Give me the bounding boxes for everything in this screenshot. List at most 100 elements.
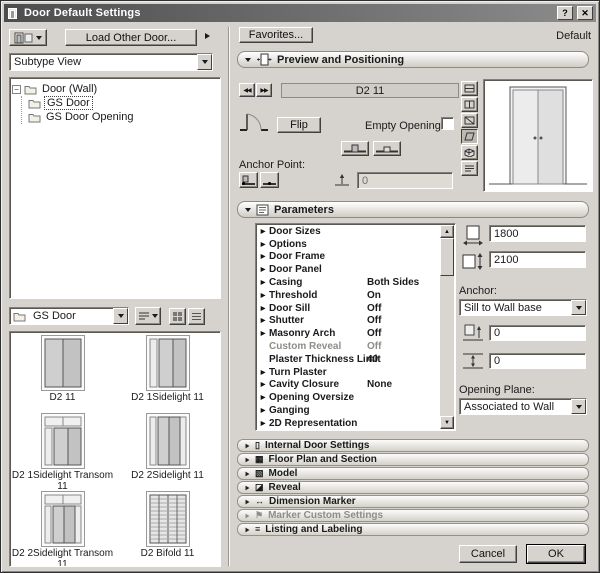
parameter-row[interactable]: ▶CasingBoth Sides	[257, 276, 440, 289]
parameter-label: Threshold	[269, 290, 317, 301]
preview-axo-button[interactable]	[461, 129, 478, 144]
expand-triangle-icon[interactable]: ▶	[257, 369, 269, 376]
expand-triangle-icon	[246, 513, 250, 518]
section-reveal[interactable]: ◪Reveal	[237, 481, 589, 494]
parameter-row[interactable]: ▶Ganging	[257, 404, 440, 417]
expand-triangle-icon[interactable]: ▶	[257, 228, 269, 235]
preview-section-header[interactable]: Preview and Positioning	[237, 51, 589, 68]
preview-notes-button[interactable]	[461, 161, 478, 176]
scroll-down-button[interactable]: ▼	[440, 416, 454, 429]
preview-front-button[interactable]	[461, 97, 478, 112]
view-list-button[interactable]	[188, 308, 205, 325]
door-width-field[interactable]: 1800	[489, 225, 586, 242]
parameter-row[interactable]: ▶Door Sizes	[257, 225, 440, 238]
anchor-center-button[interactable]	[260, 172, 279, 188]
view-thumbnails-button[interactable]	[169, 308, 186, 325]
parameters-section-header[interactable]: Parameters	[237, 201, 589, 218]
door-thumbnail[interactable]: D2 2Sidelight Transom 11	[10, 488, 115, 566]
section-floor-plan-and-section[interactable]: ▦Floor Plan and Section	[237, 453, 589, 466]
flip-button[interactable]: Flip	[277, 117, 321, 133]
parameter-row[interactable]: ▶Door Frame	[257, 251, 440, 264]
expand-triangle-icon[interactable]: ▶	[257, 381, 269, 388]
sill-position-right-icon[interactable]	[373, 141, 401, 156]
preview-side-button[interactable]	[461, 113, 478, 128]
door-thumbnail-list[interactable]: D2 11D2 1Sidelight 11D2 1Sidelight Trans…	[9, 331, 221, 567]
library-dropdown-button[interactable]	[113, 308, 128, 324]
load-other-door-button[interactable]: Load Other Door...	[65, 29, 197, 46]
parameter-value: 40	[367, 354, 378, 365]
help-button[interactable]: ?	[557, 6, 573, 20]
door-thumbnail[interactable]: D2 1Sidelight 11	[115, 332, 220, 410]
tree-collapse-icon[interactable]: −	[12, 85, 21, 94]
section-marker-custom-settings[interactable]: ⚑Marker Custom Settings	[237, 509, 589, 522]
expand-triangle-icon[interactable]: ▶	[257, 253, 269, 260]
expand-triangle-icon	[246, 485, 250, 490]
expand-triangle-icon[interactable]: ▶	[257, 407, 269, 414]
tree-item-gs-door[interactable]: GS Door	[28, 96, 218, 110]
next-door-button[interactable]: ▶▶	[256, 83, 272, 97]
ok-button[interactable]: OK	[527, 545, 585, 563]
parameter-row[interactable]: Custom RevealOff	[257, 340, 440, 353]
subtype-view-select[interactable]: Subtype View	[9, 53, 213, 71]
preview-plan-button[interactable]	[461, 81, 478, 96]
door-height-field[interactable]: 2100	[489, 251, 586, 268]
parameter-row[interactable]: ▶Door SillOff	[257, 302, 440, 315]
preview-3d-button[interactable]	[461, 145, 478, 160]
parameters-list[interactable]: ▶Door Sizes▶Options▶Door Frame▶Door Pane…	[255, 223, 456, 431]
tree-item-gs-door-opening[interactable]: GS Door Opening	[28, 110, 218, 124]
header-offset-field[interactable]: 0	[489, 353, 586, 369]
door-thumbnail[interactable]: D2 2Sidelight 11	[115, 410, 220, 488]
sill-position-left-icon[interactable]	[341, 141, 369, 156]
list-view-icon	[191, 311, 202, 322]
tree-item-door-wall[interactable]: − Door (Wall)	[12, 82, 218, 96]
parameter-row[interactable]: ▶Cavity ClosureNone	[257, 379, 440, 392]
expand-triangle-icon[interactable]: ▶	[257, 394, 269, 401]
door-thumbnail[interactable]: D2 1Sidelight Transom 11	[10, 410, 115, 488]
parameter-row[interactable]: ▶Masonry ArchOff	[257, 327, 440, 340]
cancel-button[interactable]: Cancel	[459, 545, 517, 563]
opening-plane-select[interactable]: Associated to Wall	[459, 398, 587, 415]
close-button[interactable]: ✕	[577, 6, 593, 20]
scroll-up-button[interactable]: ▲	[440, 225, 454, 238]
section-model[interactable]: ▧Model	[237, 467, 589, 480]
parameters-scrollbar[interactable]: ▲ ▼	[440, 225, 454, 429]
library-folder-select[interactable]: GS Door	[9, 307, 129, 325]
expand-triangle-icon[interactable]: ▶	[257, 266, 269, 273]
section-internal-door-settings[interactable]: ▯Internal Door Settings	[237, 439, 589, 452]
titlebar[interactable]: Door Default Settings ? ✕	[4, 4, 596, 22]
library-settings-button[interactable]	[135, 307, 161, 325]
expand-triangle-icon[interactable]: ▶	[257, 305, 269, 312]
scrollbar-thumb[interactable]	[440, 238, 454, 276]
expand-triangle-icon[interactable]: ▶	[257, 317, 269, 324]
door-thumbnail[interactable]: D2 11	[10, 332, 115, 410]
previous-door-button[interactable]: ◀◀	[239, 83, 255, 97]
sill-offset-field[interactable]: 0	[489, 325, 586, 341]
section-dimension-marker[interactable]: ↔Dimension Marker	[237, 495, 589, 508]
parameter-row[interactable]: ▶2D Representation	[257, 417, 440, 430]
anchor-dropdown-button[interactable]	[571, 300, 586, 315]
expand-triangle-icon[interactable]: ▶	[257, 279, 269, 286]
anchor-side-button[interactable]	[239, 172, 258, 188]
parameter-row[interactable]: ▶Turn Plaster	[257, 366, 440, 379]
door-thumbnail[interactable]: D2 Bifold 11	[115, 488, 220, 566]
parameter-row[interactable]: ▶Options	[257, 238, 440, 251]
expand-triangle-icon[interactable]: ▶	[257, 241, 269, 248]
subtype-dropdown-button[interactable]	[197, 54, 212, 70]
parameter-row[interactable]: Plaster Thickness Limit40	[257, 353, 440, 366]
opening-plane-dropdown-button[interactable]	[571, 399, 586, 414]
anchor-select[interactable]: Sill to Wall base	[459, 299, 587, 316]
parameter-row[interactable]: ▶Opening Oversize	[257, 391, 440, 404]
parameter-row[interactable]: ▶Threshold On	[257, 289, 440, 302]
expand-triangle-icon[interactable]: ▶	[257, 330, 269, 337]
expand-triangle-icon[interactable]: ▶	[257, 292, 269, 299]
parameter-row[interactable]: ▶Door Panel	[257, 263, 440, 276]
flyout-menu-arrow-icon[interactable]	[205, 33, 210, 39]
parameter-row[interactable]: ▶ShutterOff	[257, 315, 440, 328]
section-listing-and-labeling[interactable]: ≡Listing and Labeling	[237, 523, 589, 536]
expand-triangle-icon[interactable]: ▶	[257, 420, 269, 427]
favorites-button[interactable]: Favorites...	[239, 27, 313, 43]
empty-opening-checkbox[interactable]	[441, 117, 454, 130]
subtype-tree[interactable]: − Door (Wall) GS Door GS Door Op	[9, 77, 221, 299]
door-library-button[interactable]	[9, 29, 47, 46]
parameter-value: On	[367, 290, 381, 301]
